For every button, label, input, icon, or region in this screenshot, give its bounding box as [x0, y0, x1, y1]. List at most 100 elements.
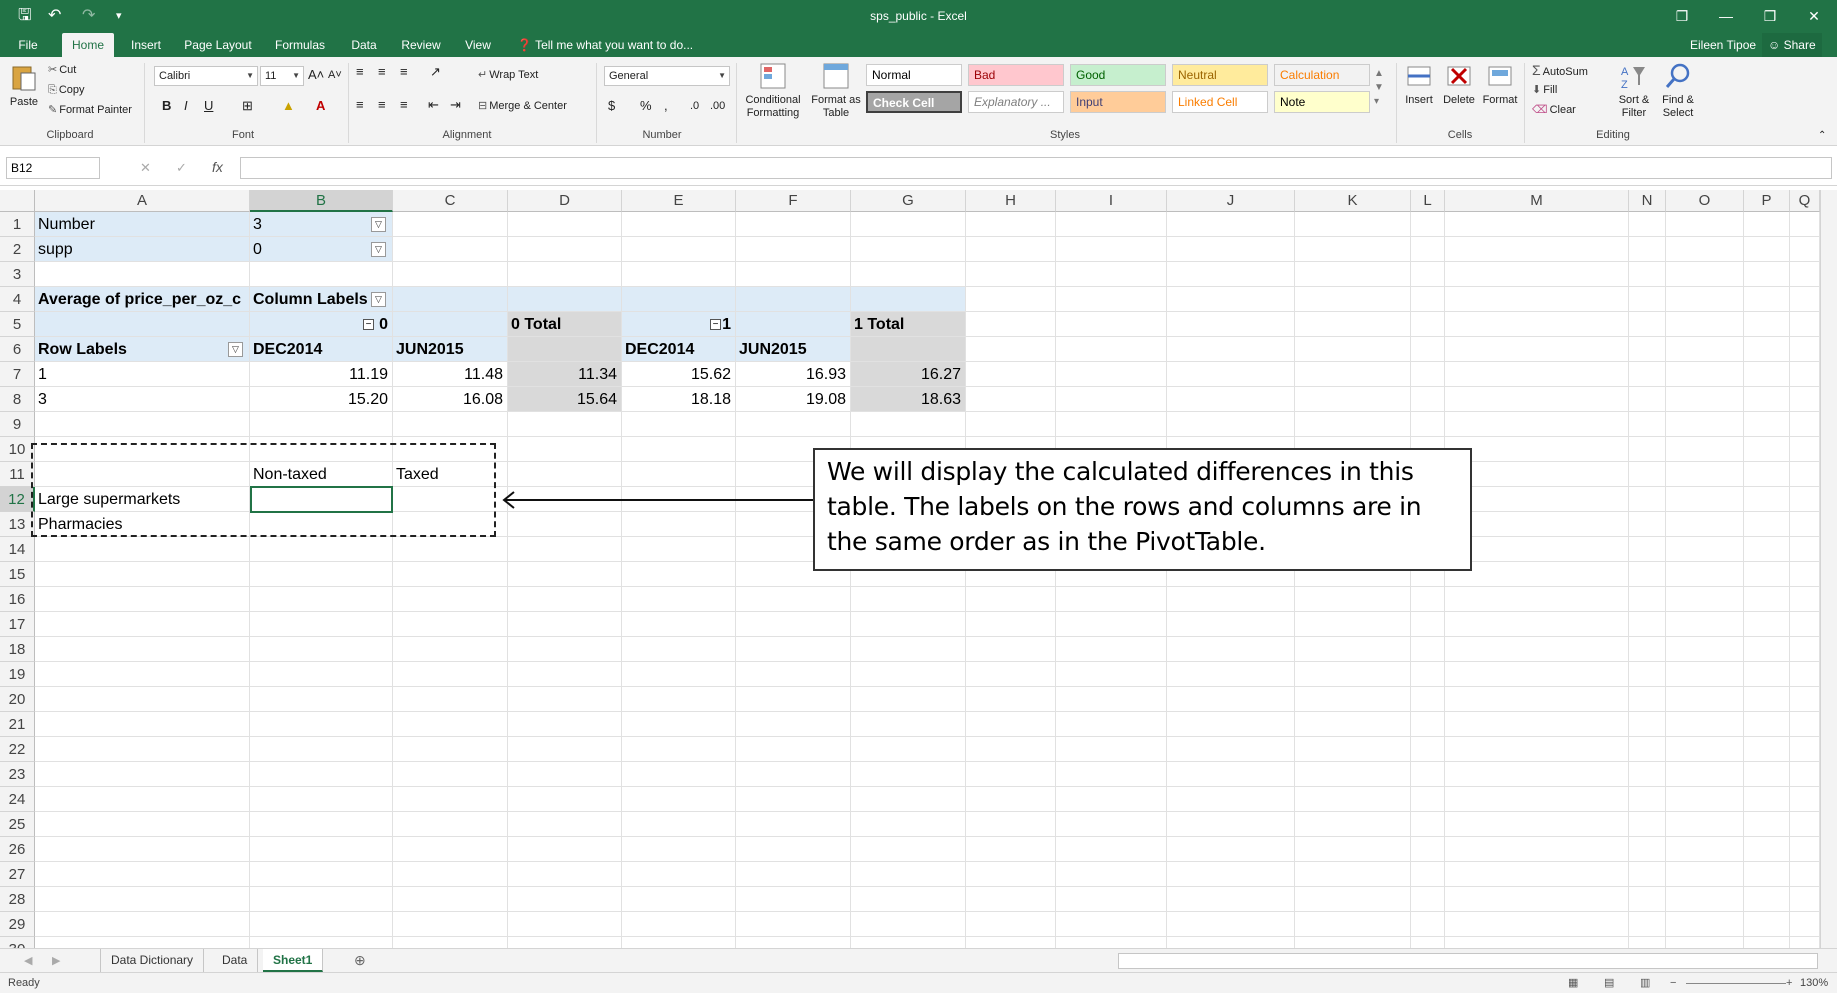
cell-style-good[interactable]: Good	[1070, 64, 1166, 86]
collapse-ribbon-icon[interactable]: ⌃	[1818, 129, 1826, 143]
percent-icon[interactable]: %	[640, 99, 652, 113]
filter-dropdown-icon[interactable]: ▽	[371, 217, 386, 232]
filter-dropdown-icon[interactable]: ▽	[371, 292, 386, 307]
restore-icon[interactable]: ❒	[1748, 0, 1792, 33]
grow-font-icon[interactable]: A˄	[308, 68, 324, 82]
filter-dropdown-icon[interactable]: ▽	[228, 342, 243, 357]
row-header-25[interactable]: 25	[0, 812, 35, 837]
ribbon-display-icon[interactable]: ❐	[1660, 0, 1704, 33]
row-header-18[interactable]: 18	[0, 637, 35, 662]
sheet-tab-data[interactable]: Data	[212, 949, 259, 972]
tab-data[interactable]: Data	[344, 33, 384, 57]
column-header-p[interactable]: P	[1744, 190, 1790, 212]
number-format-combo[interactable]: General ▼	[604, 66, 730, 86]
close-icon[interactable]: ✕	[1792, 0, 1836, 33]
row-header-7[interactable]: 7	[0, 362, 35, 387]
cell-style-calculation[interactable]: Calculation	[1274, 64, 1370, 86]
add-sheet-icon[interactable]: ⊕	[354, 953, 366, 967]
fill-button[interactable]: ⬇ Fill	[1532, 83, 1557, 97]
row-header-30[interactable]: 30	[0, 937, 35, 948]
fill-color-icon[interactable]: ▲	[282, 99, 295, 113]
row-header-21[interactable]: 21	[0, 712, 35, 737]
row-header-26[interactable]: 26	[0, 837, 35, 862]
column-header-m[interactable]: M	[1445, 190, 1629, 212]
name-box[interactable]: B12	[6, 157, 100, 179]
filter-dropdown-icon[interactable]: ▽	[371, 242, 386, 257]
align-center-icon[interactable]: ≡	[378, 98, 386, 112]
row-header-24[interactable]: 24	[0, 787, 35, 812]
font-size-combo[interactable]: 11 ▼	[260, 66, 304, 86]
row-header-14[interactable]: 14	[0, 537, 35, 562]
page-break-view-icon[interactable]: ▥	[1640, 976, 1650, 990]
cancel-icon[interactable]: ✕	[140, 161, 151, 175]
vertical-scrollbar[interactable]	[1820, 190, 1837, 948]
font-name-combo[interactable]: Calibri ▼	[154, 66, 258, 86]
increase-decimal-icon[interactable]: .0	[690, 99, 699, 113]
tell-me-search[interactable]: ❓ Tell me what you want to do...	[517, 33, 693, 57]
tab-insert[interactable]: Insert	[124, 33, 168, 57]
shrink-font-icon[interactable]: A˅	[328, 68, 342, 82]
bold-icon[interactable]: B	[162, 99, 171, 113]
sheet-tab-sheet1[interactable]: Sheet1	[263, 949, 324, 972]
column-header-e[interactable]: E	[622, 190, 736, 212]
cell-style-explanatory[interactable]: Explanatory ...	[968, 91, 1064, 113]
borders-icon[interactable]: ⊞	[242, 99, 253, 113]
column-header-n[interactable]: N	[1629, 190, 1666, 212]
underline-icon[interactable]: U	[204, 99, 213, 113]
select-all-corner[interactable]	[0, 190, 35, 212]
column-header-c[interactable]: C	[393, 190, 508, 212]
column-header-i[interactable]: I	[1056, 190, 1167, 212]
prev-sheet-icon[interactable]: ◀	[24, 954, 32, 968]
currency-icon[interactable]: $	[608, 99, 615, 113]
tab-formulas[interactable]: Formulas	[270, 33, 330, 57]
row-header-8[interactable]: 8	[0, 387, 35, 412]
next-sheet-icon[interactable]: ▶	[52, 954, 60, 968]
column-header-a[interactable]: A	[35, 190, 250, 212]
tab-review[interactable]: Review	[396, 33, 446, 57]
column-header-k[interactable]: K	[1295, 190, 1411, 212]
cell-style-note[interactable]: Note	[1274, 91, 1370, 113]
row-header-5[interactable]: 5	[0, 312, 35, 337]
orientation-icon[interactable]: ↗	[430, 65, 441, 79]
styles-gallery-scroll-icon[interactable]: ▲ ▼ ▾	[1374, 67, 1384, 109]
horizontal-scrollbar[interactable]	[1118, 953, 1818, 969]
cell-style-check-cell[interactable]: Check Cell	[866, 91, 962, 113]
column-header-j[interactable]: J	[1167, 190, 1295, 212]
tab-home[interactable]: Home	[62, 33, 114, 57]
row-header-17[interactable]: 17	[0, 612, 35, 637]
worksheet-grid[interactable]: A B C D E F G H I J K L M N O P Q 1 2 3 4 5 6 7 8 9 10 11 12 13 14 15 16…	[0, 190, 1820, 948]
normal-view-icon[interactable]: ▦	[1568, 976, 1578, 990]
row-header-12[interactable]: 12	[0, 487, 35, 512]
zoom-out-icon[interactable]: −	[1670, 976, 1676, 990]
row-header-19[interactable]: 19	[0, 662, 35, 687]
wrap-text-button[interactable]: ↵ Wrap Text	[478, 68, 538, 82]
align-top-icon[interactable]: ≡	[356, 65, 364, 79]
column-header-h[interactable]: H	[966, 190, 1056, 212]
cell-style-input[interactable]: Input	[1070, 91, 1166, 113]
row-header-27[interactable]: 27	[0, 862, 35, 887]
row-header-16[interactable]: 16	[0, 587, 35, 612]
insert-cells-button[interactable]: Insert	[1400, 61, 1438, 107]
tab-page-layout[interactable]: Page Layout	[180, 33, 256, 57]
clear-button[interactable]: ⌫ Clear	[1532, 103, 1576, 117]
tab-file[interactable]: File	[8, 33, 48, 57]
row-header-10[interactable]: 10	[0, 437, 35, 462]
font-color-icon[interactable]: A	[316, 99, 325, 113]
column-header-b[interactable]: B	[250, 190, 393, 212]
conditional-formatting-button[interactable]: Conditional Formatting	[742, 61, 804, 120]
user-name[interactable]: Eileen Tipoe	[1690, 33, 1756, 57]
row-header-6[interactable]: 6	[0, 337, 35, 362]
format-as-table-button[interactable]: Format as Table	[808, 61, 864, 120]
row-header-13[interactable]: 13	[0, 512, 35, 537]
align-middle-icon[interactable]: ≡	[378, 65, 386, 79]
row-header-22[interactable]: 22	[0, 737, 35, 762]
row-header-28[interactable]: 28	[0, 887, 35, 912]
share-button[interactable]: ☺ Share	[1762, 33, 1822, 57]
row-header-20[interactable]: 20	[0, 687, 35, 712]
delete-cells-button[interactable]: Delete	[1440, 61, 1478, 107]
sort-filter-button[interactable]: AZ Sort & Filter	[1614, 61, 1654, 120]
increase-indent-icon[interactable]: ⇥	[450, 98, 461, 112]
row-header-23[interactable]: 23	[0, 762, 35, 787]
column-header-o[interactable]: O	[1666, 190, 1744, 212]
zoom-in-icon[interactable]: +	[1786, 976, 1792, 990]
